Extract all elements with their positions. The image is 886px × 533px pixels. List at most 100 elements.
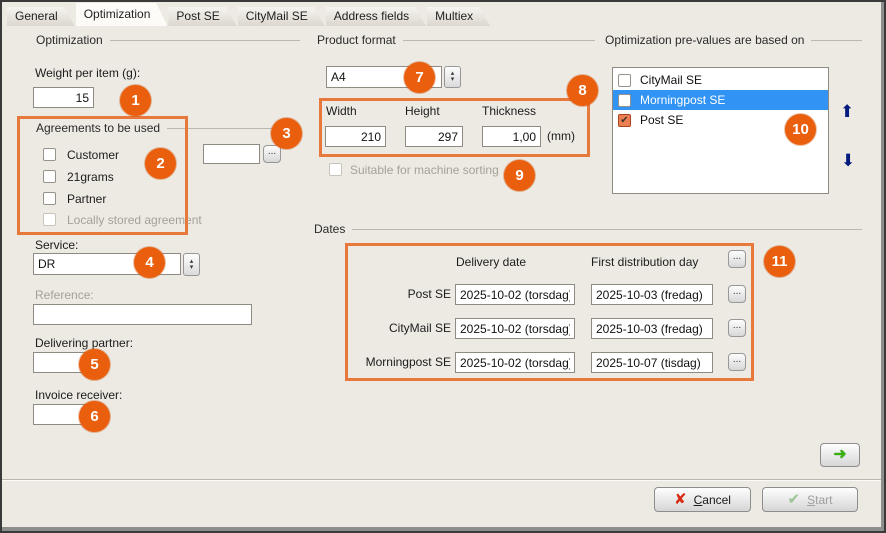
start-button[interactable]: ✔ Start [762, 487, 858, 512]
height-input[interactable] [405, 126, 463, 147]
customer-checkbox[interactable] [43, 148, 56, 161]
cancel-button[interactable]: ✘ Cancel [654, 487, 751, 512]
agreements-group-label: Agreements to be used [36, 121, 160, 135]
optimization-group-label: Optimization [36, 33, 103, 47]
thickness-label: Thickness [482, 104, 536, 118]
morningpost-se-row-label: Morningpost SE [340, 355, 451, 369]
post-se-first-distribution-input[interactable] [591, 284, 713, 305]
partner-checkbox[interactable] [43, 192, 56, 205]
height-label: Height [405, 104, 440, 118]
annotation-badge-3: 3 [271, 118, 302, 149]
post-se-list-checkbox[interactable]: ✔ [618, 114, 631, 127]
annotation-badge-10: 10 [785, 114, 816, 145]
start-check-icon: ✔ [788, 492, 801, 507]
annotation-badge-7: 7 [404, 62, 435, 93]
annotation-badge-4: 4 [134, 247, 165, 278]
dates-group-label: Dates [314, 222, 345, 236]
reference-input[interactable] [33, 304, 252, 325]
annotation-badge-6: 6 [79, 401, 110, 432]
morningpost-se-delivery-date-input[interactable] [455, 352, 575, 373]
tab-bar: General Optimization Post SE CityMail SE… [7, 3, 491, 26]
footer-divider [2, 479, 881, 481]
dates-header-browse-button[interactable]: ... [728, 250, 746, 268]
ellipsis-icon: ... [268, 148, 276, 156]
cancel-x-icon: ✘ [674, 492, 687, 507]
ellipsis-icon: ... [733, 322, 741, 330]
post-se-delivery-date-input[interactable] [455, 284, 575, 305]
thickness-input[interactable] [482, 126, 541, 147]
morningpost-se-first-distribution-input[interactable] [591, 352, 713, 373]
list-item-citymail-se[interactable]: CityMail SE [613, 70, 828, 90]
up-arrow-icon: ⬆ [840, 102, 854, 121]
agreements-group-title: Agreements to be used [36, 121, 283, 135]
annotation-badge-1: 1 [120, 85, 151, 116]
mm-unit-label: (mm) [547, 129, 575, 143]
spinner-down-icon: ▾ [451, 77, 455, 83]
tab-general[interactable]: General [7, 7, 75, 26]
product-format-group-label: Product format [317, 33, 396, 47]
optimization-dialog-window: General Optimization Post SE CityMail SE… [0, 0, 886, 533]
group-divider-line [403, 40, 595, 41]
list-item-label: Post SE [640, 113, 683, 127]
width-label: Width [326, 104, 357, 118]
down-arrow-icon: ⬇ [841, 151, 855, 170]
format-spinner[interactable]: ▴ ▾ [444, 66, 461, 88]
checkmark-icon: ✔ [620, 115, 628, 126]
list-item-label: CityMail SE [640, 73, 702, 87]
move-down-button[interactable]: ⬇ [841, 152, 855, 169]
width-input[interactable] [325, 126, 386, 147]
locally-stored-agreement-checkbox [43, 213, 56, 226]
next-button[interactable]: ➜ [820, 443, 860, 467]
locally-stored-agreement-label: Locally stored agreement [67, 213, 202, 227]
product-format-group-title: Product format [317, 33, 595, 47]
citymail-se-first-distribution-input[interactable] [591, 318, 713, 339]
next-arrow-icon: ➜ [833, 447, 846, 463]
delivering-partner-label: Delivering partner: [35, 336, 133, 350]
service-label: Service: [35, 238, 78, 252]
annotation-badge-11: 11 [764, 246, 795, 277]
citymail-se-row-label: CityMail SE [340, 321, 451, 335]
ellipsis-icon: ... [733, 288, 741, 296]
post-se-date-browse-button[interactable]: ... [728, 285, 746, 303]
start-button-label: Start [807, 493, 832, 507]
reference-label: Reference: [35, 288, 94, 302]
citymail-se-date-browse-button[interactable]: ... [728, 319, 746, 337]
pre-values-group-label: Optimization pre-values are based on [605, 33, 804, 47]
pre-values-group-title: Optimization pre-values are based on [605, 33, 862, 47]
citymail-se-delivery-date-input[interactable] [455, 318, 575, 339]
tab-address-fields[interactable]: Address fields [326, 7, 426, 26]
post-se-row-label: Post SE [340, 287, 451, 301]
list-item-morningpost-se[interactable]: Morningpost SE [613, 90, 828, 110]
agreement-browse-button[interactable]: ... [263, 145, 281, 163]
list-item-label: Morningpost SE [640, 93, 725, 107]
group-divider-line [352, 229, 862, 230]
group-divider-line [811, 40, 862, 41]
morningpost-se-date-browse-button[interactable]: ... [728, 353, 746, 371]
21grams-checkbox[interactable] [43, 170, 56, 183]
customer-checkbox-label: Customer [67, 148, 119, 162]
annotation-badge-9: 9 [504, 160, 535, 191]
tab-post-se[interactable]: Post SE [168, 7, 236, 26]
group-divider-line [110, 40, 300, 41]
partner-checkbox-label: Partner [67, 192, 106, 206]
tab-optimization[interactable]: Optimization [76, 3, 168, 26]
ellipsis-icon: ... [733, 253, 741, 261]
agreement-code-input[interactable] [203, 144, 260, 164]
annotation-badge-5: 5 [79, 349, 110, 380]
cancel-button-label: Cancel [694, 493, 731, 507]
spinner-down-icon: ▾ [190, 265, 194, 271]
morningpost-se-list-checkbox[interactable] [618, 94, 631, 107]
annotation-badge-8: 8 [567, 75, 598, 106]
weight-per-item-input[interactable] [33, 87, 94, 108]
group-divider-line [167, 128, 283, 129]
invoice-receiver-label: Invoice receiver: [35, 388, 122, 402]
tab-citymail-se[interactable]: CityMail SE [238, 7, 325, 26]
tab-multiex[interactable]: Multiex [427, 7, 490, 26]
weight-per-item-label: Weight per item (g): [35, 66, 140, 80]
machine-sorting-checkbox [329, 163, 342, 176]
move-up-button[interactable]: ⬆ [840, 103, 854, 120]
first-distribution-day-column-header: First distribution day [591, 255, 698, 269]
21grams-checkbox-label: 21grams [67, 170, 114, 184]
service-spinner[interactable]: ▴ ▾ [183, 253, 200, 276]
citymail-se-list-checkbox[interactable] [618, 74, 631, 87]
